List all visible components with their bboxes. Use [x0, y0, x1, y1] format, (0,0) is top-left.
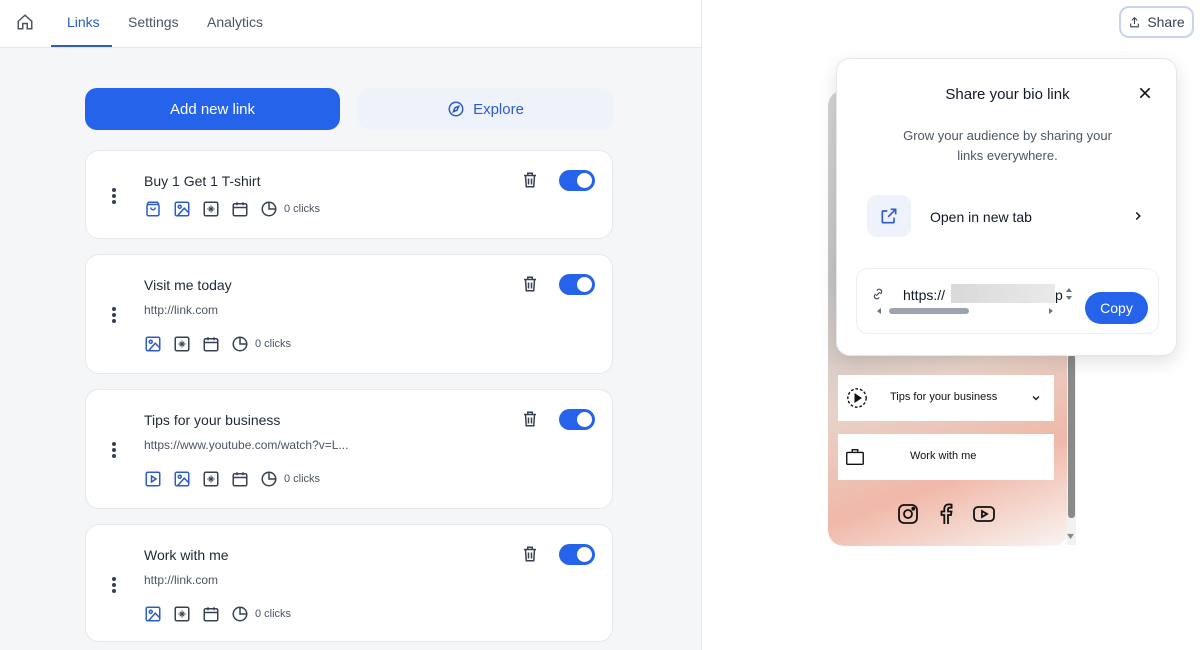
- share-button[interactable]: Share: [1119, 6, 1194, 38]
- shop-bag-icon[interactable]: [144, 200, 162, 218]
- link-title[interactable]: Visit me today: [144, 277, 232, 293]
- share-url-box: https:// p Copy: [856, 268, 1159, 334]
- click-count: 0 clicks: [284, 203, 321, 215]
- add-new-link-button[interactable]: Add new link: [85, 88, 340, 130]
- calendar-icon[interactable]: [231, 200, 249, 218]
- copy-button[interactable]: Copy: [1085, 292, 1148, 324]
- play-circle-icon: [847, 388, 867, 408]
- chevron-right-icon[interactable]: [1131, 209, 1145, 223]
- sparkle-icon[interactable]: [202, 470, 220, 488]
- share-icon: [1130, 16, 1140, 27]
- scroll-down-arrow-icon[interactable]: [1066, 533, 1075, 540]
- share-popover: Share your bio link Grow your audience b…: [836, 58, 1177, 356]
- social-icons: [896, 502, 996, 526]
- delete-icon[interactable]: [521, 410, 539, 428]
- calendar-icon[interactable]: [231, 470, 249, 488]
- preview-link-row[interactable]: Tips for your business: [838, 375, 1054, 421]
- link-url[interactable]: http://link.com: [144, 573, 218, 587]
- delete-icon[interactable]: [521, 275, 539, 293]
- share-button-label: Share: [1147, 14, 1185, 30]
- home-icon[interactable]: [16, 13, 34, 31]
- external-link-icon: [881, 208, 897, 224]
- link-enabled-toggle[interactable]: [559, 544, 595, 565]
- click-count: 0 clicks: [255, 608, 292, 620]
- analytics-pie-icon[interactable]: [260, 470, 278, 488]
- url-horizontal-scrollbar[interactable]: [877, 307, 1057, 315]
- stepper-arrows-icon[interactable]: [1064, 284, 1074, 304]
- analytics-pie-icon[interactable]: [231, 605, 249, 623]
- tab-analytics[interactable]: Analytics: [207, 14, 263, 30]
- chevron-down-icon[interactable]: [1030, 392, 1042, 404]
- tab-settings[interactable]: Settings: [128, 14, 179, 30]
- compass-icon: [448, 101, 464, 117]
- delete-icon[interactable]: [521, 171, 539, 189]
- url-redacted: [951, 284, 1055, 303]
- panel-divider: [701, 0, 702, 650]
- tab-links[interactable]: Links: [67, 14, 100, 30]
- link-enabled-toggle[interactable]: [559, 274, 595, 295]
- link-url[interactable]: https://www.youtube.com/watch?v=L...: [144, 438, 348, 452]
- share-url-suffix[interactable]: p: [1055, 287, 1063, 303]
- calendar-icon[interactable]: [202, 335, 220, 353]
- facebook-icon[interactable]: [934, 502, 958, 526]
- analytics-pie-icon[interactable]: [231, 335, 249, 353]
- link-url[interactable]: http://link.com: [144, 303, 218, 317]
- link-title[interactable]: Work with me: [144, 547, 229, 563]
- drag-handle-icon[interactable]: [112, 442, 118, 460]
- sparkle-icon[interactable]: [202, 200, 220, 218]
- instagram-icon[interactable]: [896, 502, 920, 526]
- link-card[interactable]: Buy 1 Get 1 T-shirt 0 clicks: [85, 150, 613, 239]
- drag-handle-icon[interactable]: [112, 188, 118, 206]
- image-icon[interactable]: [173, 200, 191, 218]
- explore-label: Explore: [473, 100, 524, 118]
- link-icon: [873, 288, 883, 300]
- popover-description: Grow your audience by sharing your links…: [903, 128, 1112, 163]
- delete-icon[interactable]: [521, 545, 539, 563]
- click-count: 0 clicks: [284, 473, 321, 485]
- preview-link-label: Tips for your business: [890, 391, 998, 403]
- open-new-tab-label[interactable]: Open in new tab: [930, 209, 1032, 225]
- link-card[interactable]: Visit me today http://link.com 0 clicks: [85, 254, 613, 374]
- drag-handle-icon[interactable]: [112, 307, 118, 325]
- open-new-tab-button[interactable]: [867, 195, 911, 237]
- video-icon[interactable]: [144, 470, 162, 488]
- sparkle-icon[interactable]: [173, 335, 191, 353]
- link-card[interactable]: Tips for your business https://www.youtu…: [85, 389, 613, 509]
- link-tools: 0 clicks: [144, 200, 320, 218]
- link-enabled-toggle[interactable]: [559, 170, 595, 191]
- calendar-icon[interactable]: [202, 605, 220, 623]
- image-icon[interactable]: [173, 470, 191, 488]
- link-enabled-toggle[interactable]: [559, 409, 595, 430]
- link-tools: 0 clicks: [144, 605, 291, 623]
- preview-link-label: Work with me: [910, 450, 977, 462]
- explore-button[interactable]: Explore: [358, 88, 613, 130]
- youtube-icon[interactable]: [972, 502, 996, 526]
- link-tools: 0 clicks: [144, 470, 320, 488]
- briefcase-icon: [846, 448, 864, 466]
- preview-link-row[interactable]: Work with me: [838, 434, 1054, 480]
- sparkle-icon[interactable]: [173, 605, 191, 623]
- link-title[interactable]: Buy 1 Get 1 T-shirt: [144, 173, 260, 189]
- preview-scrollbar-thumb[interactable]: [1068, 355, 1075, 518]
- popover-title: Share your bio link: [945, 86, 1070, 103]
- link-card[interactable]: Work with me http://link.com 0 clicks: [85, 524, 613, 642]
- active-tab-indicator: [51, 45, 112, 47]
- link-tools: 0 clicks: [144, 335, 291, 353]
- drag-handle-icon[interactable]: [112, 577, 118, 595]
- analytics-pie-icon[interactable]: [260, 200, 278, 218]
- link-title[interactable]: Tips for your business: [144, 412, 280, 428]
- image-icon[interactable]: [144, 605, 162, 623]
- close-icon[interactable]: [1137, 85, 1153, 101]
- share-url-prefix[interactable]: https://: [903, 287, 945, 303]
- click-count: 0 clicks: [255, 338, 292, 350]
- image-icon[interactable]: [144, 335, 162, 353]
- top-nav: Links Settings Analytics: [0, 0, 702, 48]
